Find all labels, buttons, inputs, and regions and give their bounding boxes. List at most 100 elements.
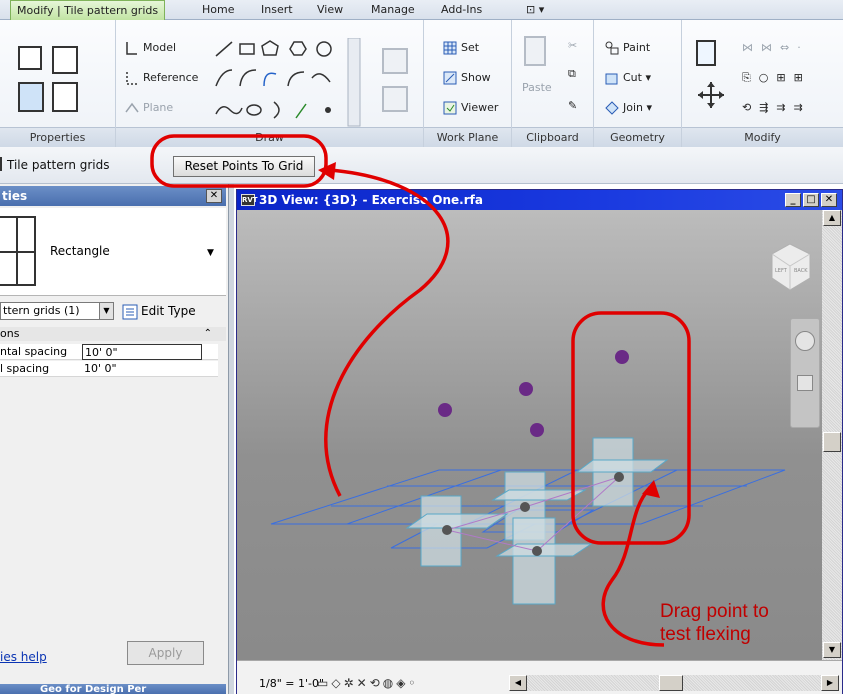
horizontal-scroll-thumb[interactable] — [659, 675, 683, 691]
paint-button[interactable]: Paint — [604, 38, 650, 58]
ribbon: Properties Model Reference Plane Draw Se… — [0, 20, 843, 147]
property-group-header[interactable]: ons ⌃ — [0, 327, 226, 341]
property-row: ntal spacing 10' 0" — [0, 344, 218, 360]
panel-modify: ⋈⋈⇔· ⎘○⊞⊞ ⟲⇶⇉⇉ Modify — [682, 20, 843, 147]
close-icon[interactable]: ✕ — [821, 193, 837, 207]
scroll-up-icon[interactable]: ▲ — [823, 210, 841, 226]
options-bar: Tile pattern grids — [0, 147, 843, 184]
family-types-icon[interactable] — [52, 82, 78, 112]
modify-tools-row2[interactable]: ⎘○⊞⊞ — [742, 68, 811, 88]
paste-icon[interactable] — [524, 36, 546, 66]
viewcube[interactable]: LEFT BACK — [764, 240, 816, 296]
tab-view[interactable]: View — [311, 0, 349, 20]
show-work-plane-button[interactable]: Show — [442, 68, 491, 88]
pick-lines-icon[interactable] — [382, 48, 408, 74]
show-plane-icon — [442, 70, 458, 86]
type-properties-icon[interactable] — [52, 46, 78, 74]
property-name: ntal spacing — [0, 345, 68, 358]
type-preview-image — [0, 216, 36, 286]
revit-app-icon: RVT — [241, 194, 258, 206]
join-button[interactable]: Join ▾ — [604, 98, 652, 118]
viewer-button[interactable]: Viewer — [442, 98, 498, 118]
panel-draw: Model Reference Plane Draw — [116, 20, 424, 147]
minimize-icon[interactable]: _ — [785, 193, 801, 207]
panel-geometry: Paint Cut ▾ Join ▾ Geometry — [594, 20, 682, 147]
properties-title: ties ✕ — [0, 186, 226, 206]
cut-icon — [604, 70, 620, 86]
view-scale[interactable]: 1/8" = 1'-0" — [259, 677, 324, 690]
match-properties-icon[interactable]: ✎ — [568, 96, 577, 116]
model-geometry — [270, 350, 786, 605]
tab-quick-menu[interactable]: ⊡ ▾ — [520, 0, 550, 20]
set-work-plane-button[interactable]: Set — [442, 38, 479, 58]
view-title-bar[interactable]: RVT 3D View: {3D} - Exercise One.rfa _ □… — [237, 190, 842, 210]
reference-panes — [405, 437, 669, 605]
tab-modify-tile-pattern-grids[interactable]: Modify | Tile pattern grids — [10, 0, 166, 21]
vertical-scrollbar[interactable]: ▲ ▼ — [822, 210, 842, 660]
chevron-down-icon[interactable]: ▼ — [207, 248, 214, 258]
viewer-icon — [442, 100, 458, 116]
adaptive-points[interactable] — [438, 350, 629, 437]
instance-filter-select[interactable]: ttern grids (1) ▼ — [0, 302, 114, 320]
steering-wheel-icon[interactable] — [795, 331, 815, 351]
edit-type-button[interactable]: Edit Type — [122, 302, 196, 320]
tab-manage[interactable]: Manage — [365, 0, 421, 20]
move-icon[interactable] — [696, 80, 726, 110]
maximize-icon[interactable]: □ — [803, 193, 819, 207]
plane-button[interactable]: Plane — [124, 98, 173, 118]
dropdown-arrow-icon[interactable]: ▼ — [99, 303, 113, 319]
property-value-field[interactable]: 10' 0" — [82, 361, 202, 377]
scroll-down-icon[interactable]: ▼ — [823, 642, 841, 658]
horizontal-scrollbar[interactable]: ◀ ▶ — [509, 675, 839, 691]
collapse-icon[interactable]: ⌃ — [204, 327, 212, 341]
properties-palette: ties ✕ Rectangle ▼ ttern grids (1) ▼ Edi… — [0, 184, 229, 695]
panel-work-plane: Set Show Viewer Work Plane — [424, 20, 512, 147]
annotation-callout: Drag point to test flexing — [660, 601, 769, 645]
navigation-bar — [790, 318, 820, 428]
property-value-field[interactable]: 10' 0" — [82, 344, 202, 360]
svg-text:LEFT: LEFT — [775, 268, 788, 274]
scroll-right-icon[interactable]: ▶ — [821, 675, 839, 691]
model-canvas[interactable]: LEFT BACK — [237, 210, 822, 660]
scroll-left-icon[interactable]: ◀ — [509, 675, 527, 691]
properties-icon[interactable] — [18, 46, 42, 70]
zoom-icon[interactable] — [797, 375, 813, 391]
panel-title-draw: Draw — [116, 127, 423, 147]
plane-icon — [124, 100, 140, 116]
reset-points-to-grid-button[interactable]: Reset Points To Grid — [173, 156, 315, 177]
modify-tools-row3[interactable]: ⟲⇶⇉⇉ — [742, 98, 811, 118]
pick-faces-icon[interactable] — [382, 86, 408, 112]
panel-title-geometry: Geometry — [594, 127, 681, 147]
tab-add-ins[interactable]: Add-Ins — [435, 0, 488, 20]
join-icon — [604, 100, 620, 116]
palette-splitter[interactable] — [229, 184, 234, 694]
model-line-button[interactable]: Model — [124, 38, 176, 58]
edit-type-icon — [122, 304, 138, 320]
properties-toggle-icon[interactable] — [18, 82, 44, 112]
panel-title-properties: Properties — [0, 127, 115, 147]
paste-button[interactable]: Paste — [522, 78, 552, 98]
cut-geometry-button[interactable]: Cut ▾ — [604, 68, 651, 88]
reference-line-button[interactable]: Reference — [124, 68, 198, 88]
model-line-icon — [124, 40, 140, 56]
panel-title-clipboard: Clipboard — [512, 127, 593, 147]
panel-clipboard: Paste ✂ ⧉ ✎ Clipboard — [512, 20, 594, 147]
cut-clipboard-icon[interactable]: ✂ — [568, 36, 577, 56]
properties-help-link[interactable]: ies help — [0, 650, 47, 664]
grid-plane-icon — [442, 40, 458, 56]
draw-shapes-gallery[interactable] — [212, 38, 372, 128]
modify-tools-row1[interactable]: ⋈⋈⇔· — [742, 38, 809, 58]
project-browser-title: Geo for Design Per — [0, 684, 226, 695]
type-name: Rectangle — [50, 244, 110, 258]
scroll-thumb[interactable] — [823, 432, 841, 452]
tab-insert[interactable]: Insert — [255, 0, 299, 20]
type-selector[interactable]: Rectangle ▼ — [0, 208, 226, 296]
apply-button[interactable]: Apply — [127, 641, 204, 665]
align-icon[interactable] — [696, 40, 716, 66]
copy-icon[interactable]: ⧉ — [568, 64, 576, 84]
close-icon[interactable]: ✕ — [206, 189, 222, 203]
tab-home[interactable]: Home — [196, 0, 240, 20]
paint-icon — [604, 40, 620, 56]
view-control-icons[interactable]: ▭◇✲✕⟲◍◈◦ — [317, 676, 419, 690]
svg-text:BACK: BACK — [794, 268, 808, 274]
